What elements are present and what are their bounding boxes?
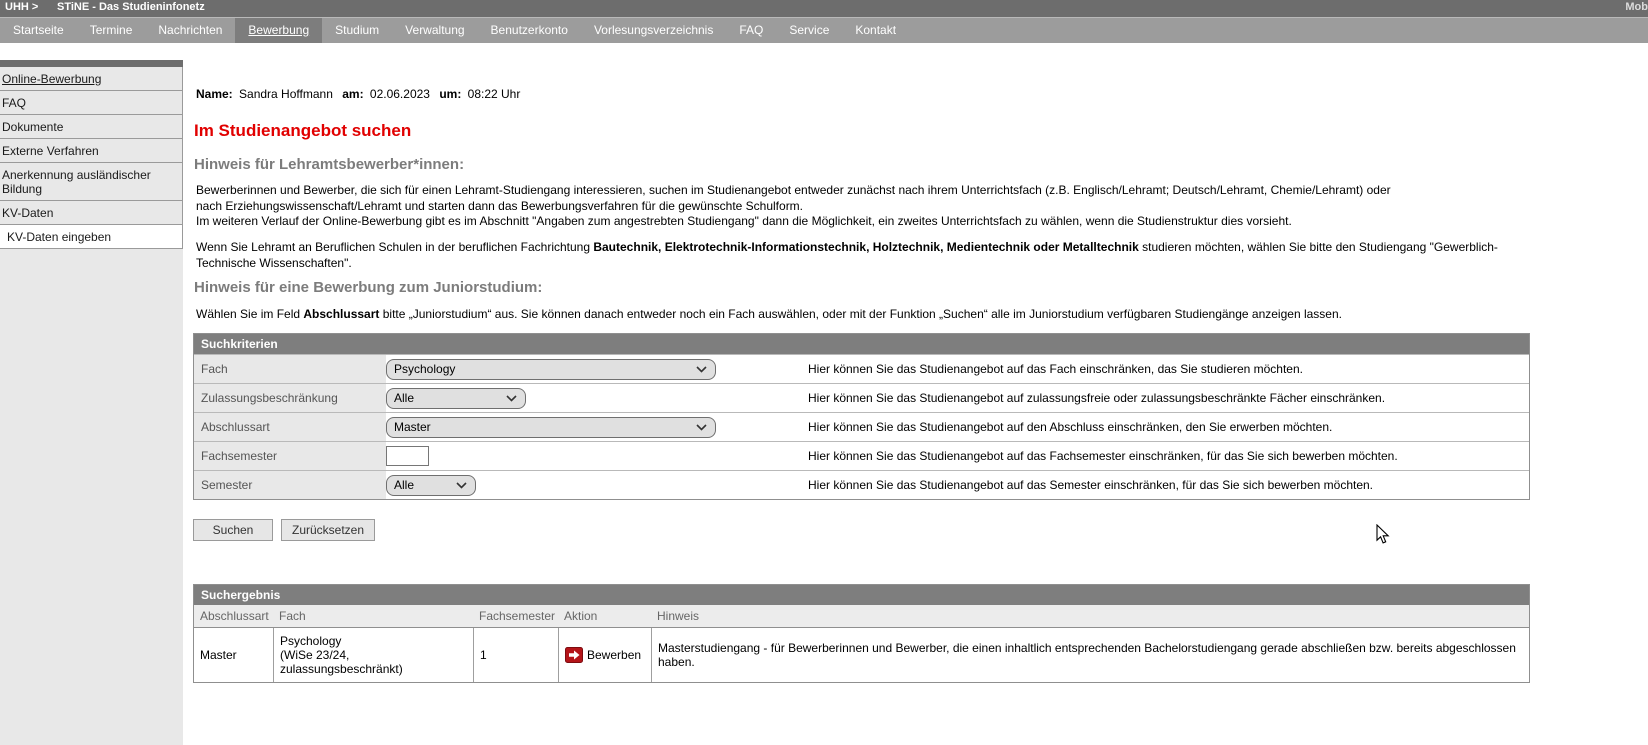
results-panel-title: Suchergebnis — [194, 585, 1529, 605]
fachsemester-hint: Hier können Sie das Studienangebot auf d… — [808, 449, 1398, 463]
result-fachsemester: 1 — [473, 628, 558, 682]
sidebar-item-anerkennung-auslaendischer-bildung[interactable]: Anerkennung ausländischer Bildung — [0, 163, 182, 201]
col-abschlussart: Abschlussart — [200, 609, 269, 623]
main-nav: Startseite Termine Nachrichten Bewerbung… — [0, 17, 1648, 43]
lehramt-paragraph-1: Bewerberinnen und Bewerber, die sich für… — [196, 183, 1411, 230]
zulassungsbeschraenkung-label: Zulassungsbeschränkung — [194, 384, 386, 412]
date-label: am: — [342, 87, 364, 101]
chevron-down-icon — [506, 394, 517, 402]
search-criteria-panel: Suchkriterien Fach Psychology Hier könne… — [193, 333, 1530, 500]
app-title: STiNE - Das Studieninfonetz — [57, 1, 205, 13]
criteria-row-abschlussart: Abschlussart Master Hier können Sie das … — [194, 412, 1529, 441]
juniorstudium-heading: Hinweis für eine Bewerbung zum Juniorstu… — [194, 279, 543, 296]
semester-hint: Hier können Sie das Studienangebot auf d… — [808, 478, 1374, 492]
tab-startseite[interactable]: Startseite — [0, 18, 77, 43]
lehramt-p2-bold: Bautechnik, Elektrotechnik-Informationst… — [593, 240, 1139, 254]
fachsemester-input[interactable] — [386, 446, 429, 466]
user-meta-line: Name: Sandra Hoffmann am: 02.06.2023 um:… — [196, 87, 526, 101]
lehramt-p2-part1: Wenn Sie Lehramt an Beruflichen Schulen … — [196, 240, 594, 254]
semester-select[interactable]: Alle — [386, 474, 476, 496]
uhh-breadcrumb-link[interactable]: UHH > — [5, 1, 38, 13]
criteria-buttons: Suchen Zurücksetzen — [193, 519, 376, 541]
name-label: Name: — [196, 87, 233, 101]
criteria-row-zulassungsbeschraenkung: Zulassungsbeschränkung Alle Hier können … — [194, 383, 1529, 412]
results-column-headers: Abschlussart Fach Fachsemester Aktion Hi… — [194, 605, 1529, 628]
junior-p-bold: Abschlussart — [303, 307, 380, 321]
zulassungsbeschraenkung-select[interactable]: Alle — [386, 387, 526, 409]
col-aktion: Aktion — [564, 609, 598, 623]
tab-service[interactable]: Service — [776, 18, 842, 43]
login-time: 08:22 Uhr — [467, 87, 521, 101]
fachsemester-label: Fachsemester — [194, 442, 386, 470]
page-title: Im Studienangebot suchen — [194, 121, 412, 140]
search-results-panel: Suchergebnis Abschlussart Fach Fachsemes… — [193, 584, 1530, 683]
time-label: um: — [439, 87, 462, 101]
col-fach: Fach — [279, 609, 306, 623]
sidebar-item-kv-daten[interactable]: KV-Daten — [0, 201, 182, 225]
tab-vorlesungsverzeichnis[interactable]: Vorlesungsverzeichnis — [581, 18, 726, 43]
sidebar: Online-Bewerbung FAQ Dokumente Externe V… — [0, 60, 183, 745]
abschlussart-select[interactable]: Master — [386, 416, 716, 438]
chevron-down-icon — [696, 423, 707, 431]
tab-nachrichten[interactable]: Nachrichten — [145, 18, 235, 43]
fach-select-value: Psychology — [394, 362, 456, 376]
result-row: Master Psychology (WiSe 23/24, zulassung… — [194, 628, 1529, 682]
tab-verwaltung[interactable]: Verwaltung — [392, 18, 477, 43]
login-date: 02.06.2023 — [369, 87, 430, 101]
fach-label: Fach — [194, 355, 386, 383]
criteria-panel-title: Suchkriterien — [194, 334, 1529, 354]
bewerben-link[interactable]: Bewerben — [587, 648, 641, 662]
fach-hint: Hier können Sie das Studienangebot auf d… — [808, 362, 1303, 376]
sidebar-item-externe-verfahren[interactable]: Externe Verfahren — [0, 139, 182, 163]
col-fachsemester: Fachsemester — [479, 609, 556, 623]
sidebar-header-strip — [0, 60, 183, 67]
result-hinweis: Masterstudiengang - für Bewerberinnen un… — [651, 628, 1529, 682]
abschlussart-label: Abschlussart — [194, 413, 386, 441]
sidebar-menu: Online-Bewerbung FAQ Dokumente Externe V… — [0, 67, 183, 249]
lehramt-p1-line1: Bewerberinnen und Bewerber, die sich für… — [196, 183, 1391, 213]
chevron-down-icon — [456, 481, 467, 489]
user-name: Sandra Hoffmann — [239, 87, 333, 101]
col-hinweis: Hinweis — [657, 609, 700, 623]
chevron-down-icon — [696, 365, 707, 373]
zulassungsbeschraenkung-select-value: Alle — [394, 391, 415, 405]
criteria-row-fach: Fach Psychology Hier können Sie das Stud… — [194, 354, 1529, 383]
semester-label: Semester — [194, 471, 386, 499]
lehramt-p1-line2: Im weiteren Verlauf der Online-Bewerbung… — [196, 214, 1292, 228]
tab-kontakt[interactable]: Kontakt — [842, 18, 909, 43]
fach-select[interactable]: Psychology — [386, 358, 716, 380]
sidebar-item-dokumente[interactable]: Dokumente — [0, 115, 182, 139]
result-fach: Psychology (WiSe 23/24, zulassungsbeschr… — [273, 628, 473, 682]
sidebar-item-kv-daten-eingeben[interactable]: KV-Daten eingeben — [0, 225, 182, 249]
juniorstudium-paragraph: Wählen Sie im Feld Abschlussart bitte „J… — [196, 307, 1541, 323]
lehramt-heading: Hinweis für Lehramtsbewerber*innen: — [194, 156, 465, 173]
result-aktion: Bewerben — [558, 628, 651, 682]
zuruecksetzen-button[interactable]: Zurücksetzen — [281, 519, 376, 541]
sidebar-item-online-bewerbung[interactable]: Online-Bewerbung — [0, 67, 182, 91]
tab-bewerbung[interactable]: Bewerbung — [235, 18, 323, 43]
criteria-row-fachsemester: Fachsemester Hier können Sie das Studien… — [194, 441, 1529, 470]
tab-termine[interactable]: Termine — [77, 18, 146, 43]
result-abschlussart: Master — [200, 648, 237, 662]
criteria-row-semester: Semester Alle Hier können Sie das Studie… — [194, 470, 1529, 499]
mobile-link[interactable]: Mob — [1625, 1, 1648, 13]
tab-benutzerkonto[interactable]: Benutzerkonto — [478, 18, 581, 43]
abschlussart-select-value: Master — [394, 420, 431, 434]
zulassungsbeschraenkung-hint: Hier können Sie das Studienangebot auf z… — [808, 391, 1386, 405]
top-header-bar: UHH > STiNE - Das Studieninfonetz Mob — [0, 0, 1648, 17]
semester-select-value: Alle — [394, 478, 415, 492]
tab-faq[interactable]: FAQ — [726, 18, 776, 43]
abschlussart-hint: Hier können Sie das Studienangebot auf d… — [808, 420, 1333, 434]
mouse-cursor — [1376, 523, 1390, 550]
suchen-button[interactable]: Suchen — [193, 519, 273, 541]
junior-p-part2: bitte „Juniorstudium“ aus. Sie können da… — [379, 307, 1342, 321]
apply-arrow-icon[interactable] — [565, 647, 583, 663]
junior-p-part1: Wählen Sie im Feld — [196, 307, 304, 321]
lehramt-paragraph-2: Wenn Sie Lehramt an Beruflichen Schulen … — [196, 240, 1536, 271]
tab-studium[interactable]: Studium — [322, 18, 392, 43]
sidebar-item-faq[interactable]: FAQ — [0, 91, 182, 115]
